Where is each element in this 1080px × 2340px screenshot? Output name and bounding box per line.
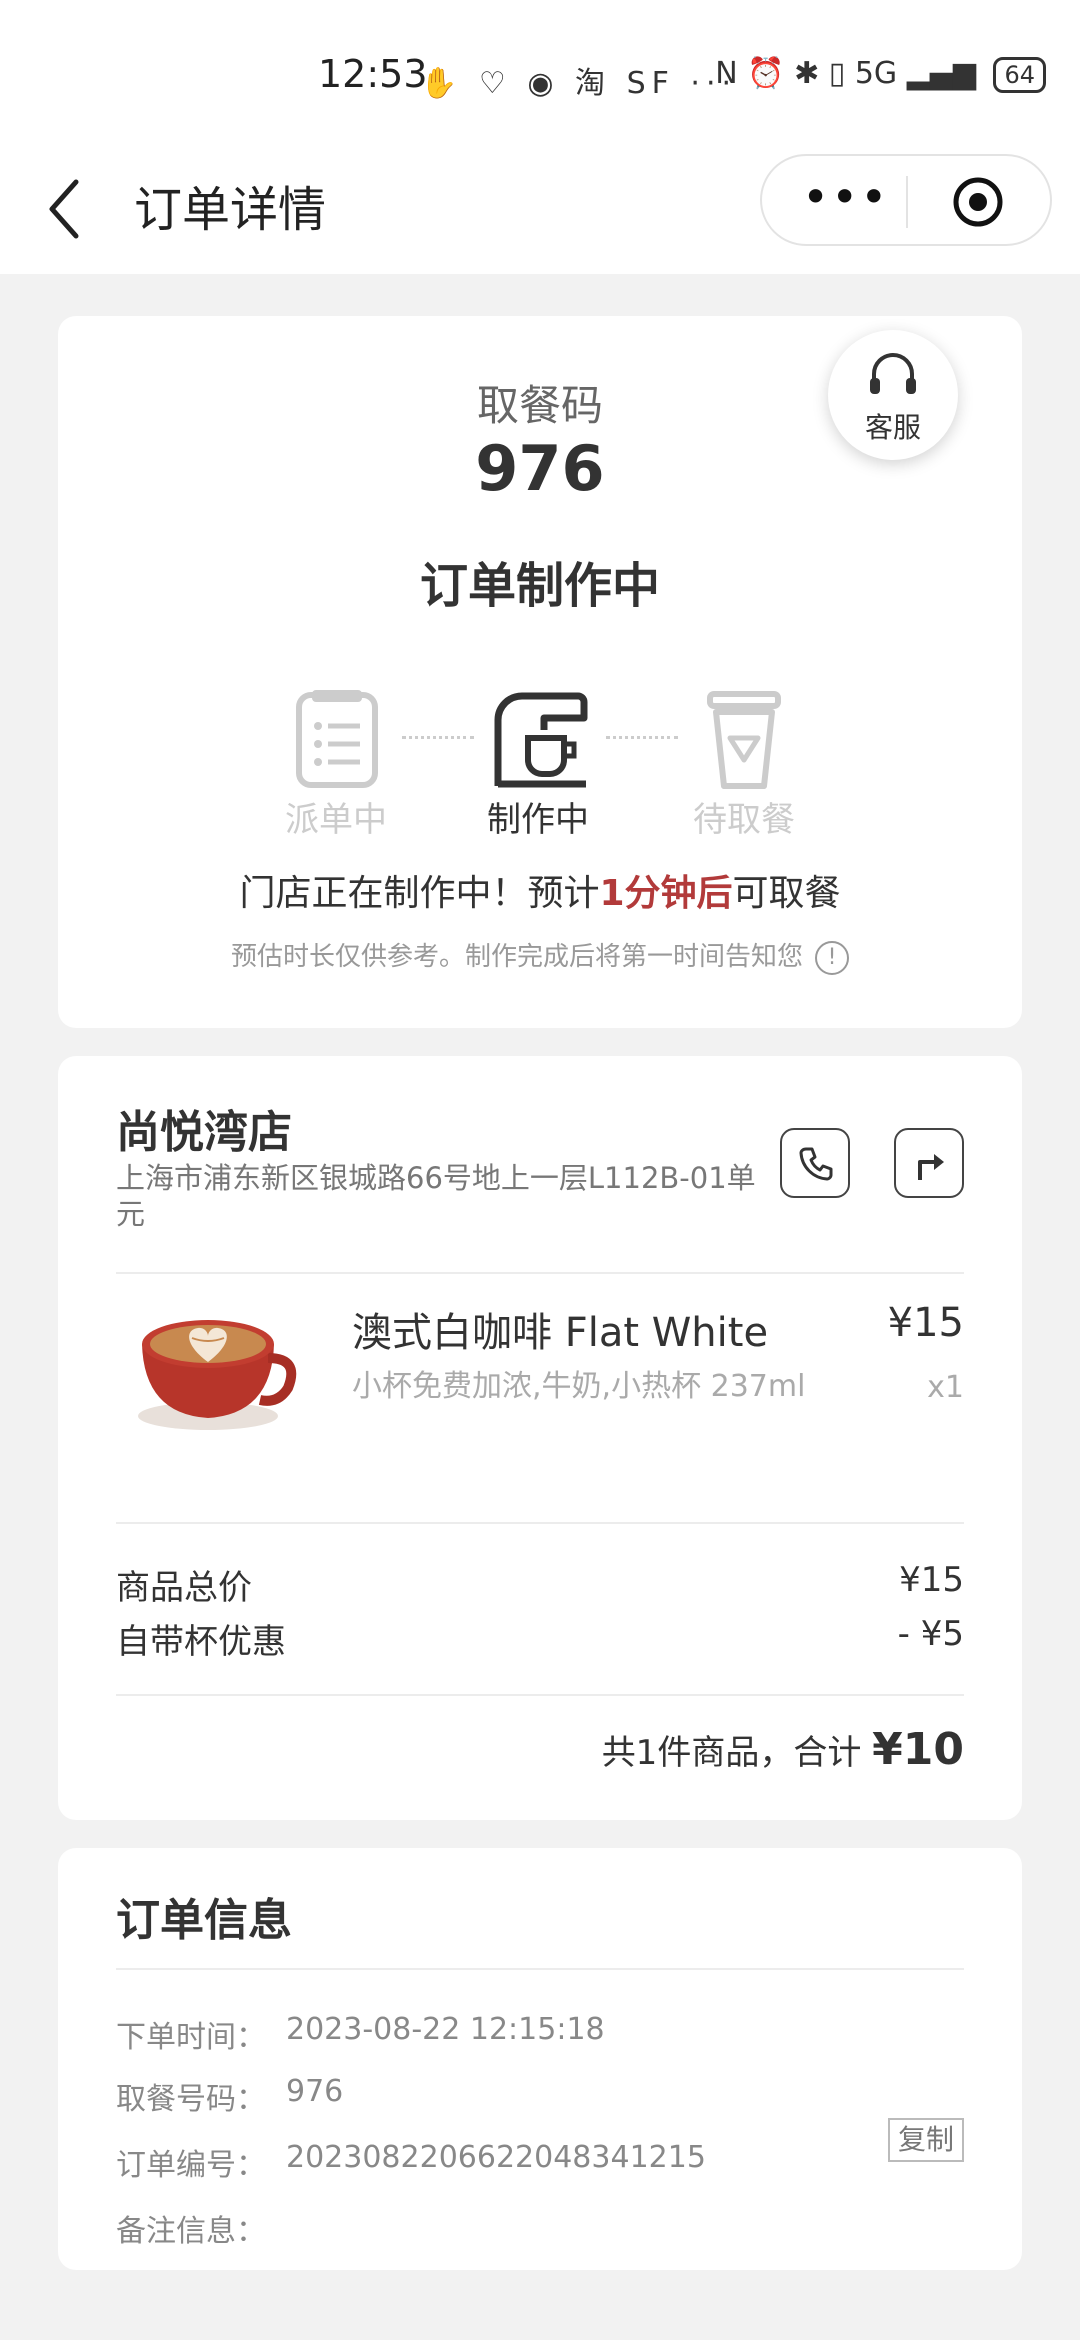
step-making-label: 制作中 [487, 800, 589, 840]
directions-icon [918, 1154, 944, 1180]
call-store-button[interactable] [780, 1128, 850, 1198]
order-number-label: 订单编号： [116, 2148, 266, 2183]
order-total: 共1件商品，合计 ¥10 [602, 1724, 964, 1775]
notification-icons: ✋ ♡ ◉ 淘 SF ··· [420, 66, 738, 101]
order-status: 订单制作中 [419, 558, 660, 614]
copy-button[interactable]: 复制 [887, 2118, 964, 2162]
close-miniprogram-icon[interactable] [952, 176, 1004, 228]
mini-program-capsule: ••• [760, 154, 1052, 246]
discount-value: - ¥5 [897, 1614, 964, 1654]
coffee-machine-icon [494, 692, 588, 788]
divider [116, 1272, 964, 1274]
cup-icon [707, 691, 781, 789]
order-number-value: 20230822066220483412​15 [286, 2140, 706, 2175]
eta-text: 门店正在制作中！预计1分钟后可取餐 [0, 864, 1080, 916]
subtotal-label: 商品总价 [116, 1568, 252, 1608]
discount-label: 自带杯优惠 [116, 1622, 286, 1662]
order-time-label: 下单时间： [116, 2020, 266, 2055]
pickup-number-label: 取餐号码： [116, 2082, 266, 2117]
dispatch-icon [296, 690, 378, 788]
total-amount: ¥10 [872, 1724, 964, 1775]
eta-note-text: 预估时长仅供参考。制作完成后将第一时间告知您 [230, 942, 803, 972]
total-prefix: 共1件商品，合计 [601, 1733, 873, 1773]
remarks-label: 备注信息： [116, 2214, 266, 2249]
subtotal-value: ¥15 [899, 1560, 964, 1600]
eta-suffix: 可取餐 [732, 873, 841, 914]
order-info-card: 订单信息 下单时间： 2023-08-22 12:15:18 取餐号码： 976… [58, 1848, 1022, 2270]
eta-time: 1分钟后 [599, 873, 733, 914]
product-name: 澳式白咖啡 Flat White [352, 1310, 769, 1356]
coffee-cup-image [138, 1320, 297, 1430]
customer-service-label: 客服 [864, 411, 921, 444]
capsule-divider [906, 176, 908, 228]
status-time: 12:53 [318, 52, 428, 96]
progress-line-1 [402, 736, 474, 739]
store-name: 尚悦湾店 [116, 1107, 292, 1158]
product-spec: 小杯免费加浓,牛奶,小热杯 237ml [352, 1369, 806, 1404]
eta-note: 预估时长仅供参考。制作完成后将第一时间告知您! [0, 936, 1080, 975]
step-pickup-label: 待取餐 [693, 800, 795, 840]
store-address: 上海市浦东新区银城路66号地上一层L112B-01单元 [116, 1161, 756, 1231]
navigate-store-button[interactable] [894, 1128, 964, 1198]
product-price: ¥15 [887, 1300, 964, 1346]
divider [116, 1968, 964, 1970]
status-bar: 12:53 ✋ ♡ ◉ 淘 SF ··· N ⏰ ✱ ▯ 5G ▂▄▆ 64 [0, 0, 1080, 150]
phone-icon [799, 1147, 833, 1181]
eta-prefix: 门店正在制作中！预计 [239, 873, 600, 914]
system-icons: N ⏰ ✱ ▯ 5G ▂▄▆ 64 [715, 56, 1046, 93]
headset-icon [870, 353, 916, 394]
order-items-card: 尚悦湾店 上海市浦东新区银城路66号地上一层L112B-01单元 澳式白咖啡 F… [58, 1056, 1022, 1820]
order-time-value: 2023-08-22 12:15:18 [286, 2012, 605, 2047]
back-arrow-icon[interactable] [44, 174, 84, 244]
customer-service-button[interactable]: 客服 [828, 330, 958, 460]
more-icon[interactable]: ••• [802, 174, 887, 220]
step-dispatch-label: 派单中 [285, 800, 387, 840]
nav-bar: 订单详情 ••• [0, 150, 1080, 274]
pickup-number-value: 976 [286, 2074, 344, 2109]
divider [116, 1522, 964, 1524]
product-qty: x1 [927, 1370, 964, 1405]
divider [116, 1694, 964, 1696]
battery-icon: 64 [993, 57, 1046, 93]
progress-line-2 [606, 736, 678, 739]
info-icon[interactable]: ! [815, 940, 849, 975]
page-title: 订单详情 [134, 182, 327, 238]
order-info-title: 订单信息 [116, 1895, 292, 1946]
signal-icons: N ⏰ ✱ ▯ 5G ▂▄▆ [715, 56, 976, 91]
